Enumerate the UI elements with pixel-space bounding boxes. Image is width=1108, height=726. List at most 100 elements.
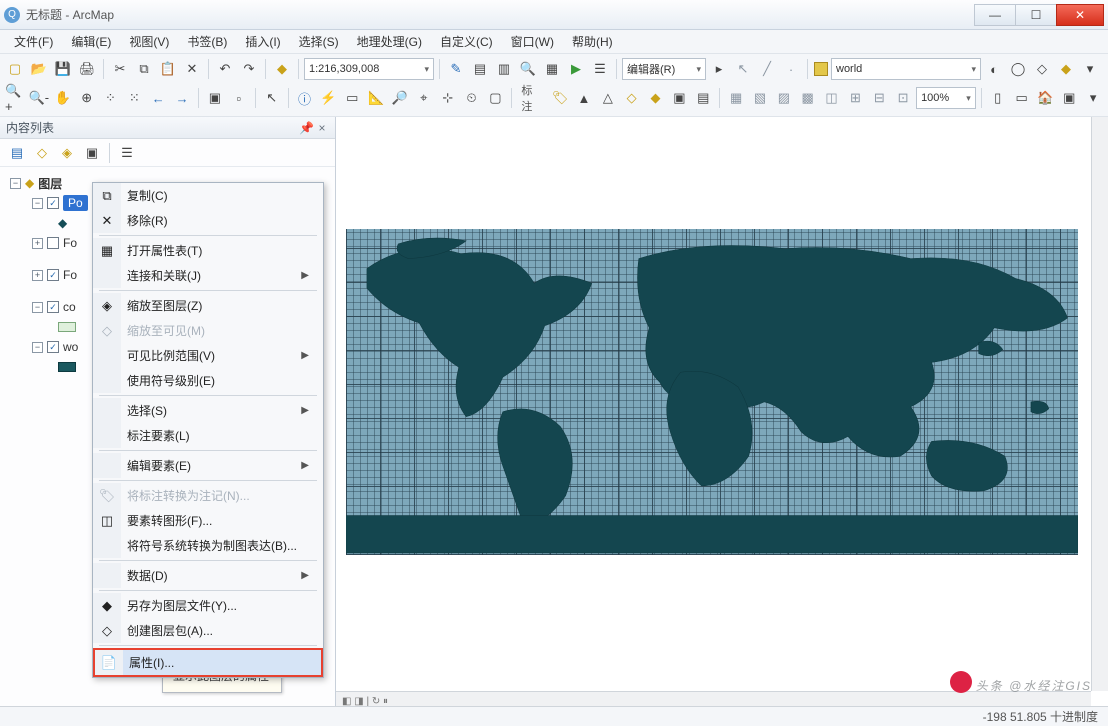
fixed-zoomin-icon[interactable]: ⁘ xyxy=(100,87,122,109)
context-menu-item[interactable]: ▦打开属性表(T) xyxy=(93,238,323,263)
clear-selection-icon[interactable]: ▫ xyxy=(228,87,250,109)
menu-help[interactable]: 帮助(H) xyxy=(564,30,621,53)
toc-options-icon[interactable]: ☰ xyxy=(116,142,138,164)
layer-checkbox[interactable]: ✓ xyxy=(47,269,59,281)
select-elements-icon[interactable]: ↖ xyxy=(261,87,283,109)
expander-icon[interactable]: + xyxy=(32,238,43,249)
fixed-zoomout-icon[interactable]: ⁙ xyxy=(123,87,145,109)
context-menu-item[interactable]: 连接和关联(J)▶ xyxy=(93,263,323,288)
geo-5-icon[interactable]: ◫ xyxy=(821,87,843,109)
layer-label[interactable]: co xyxy=(63,300,76,314)
geo-6-icon[interactable]: ⊞ xyxy=(844,87,866,109)
menu-view[interactable]: 视图(V) xyxy=(121,30,177,53)
delete-icon[interactable]: ✕ xyxy=(181,58,203,80)
map-canvas[interactable] xyxy=(346,229,1078,555)
menu-bookmarks[interactable]: 书签(B) xyxy=(179,30,235,53)
html-popup-icon[interactable]: ▭ xyxy=(341,87,363,109)
context-menu-item[interactable]: ◆另存为图层文件(Y)... xyxy=(93,593,323,618)
prev-extent-icon[interactable]: ← xyxy=(147,87,169,109)
label-pause-icon[interactable]: ◆ xyxy=(645,87,667,109)
menu-insert[interactable]: 插入(I) xyxy=(237,30,288,53)
layer-checkbox[interactable]: ✓ xyxy=(47,301,59,313)
layout-zoom-combo[interactable]: 100% xyxy=(916,87,976,109)
new-file-icon[interactable]: ▢ xyxy=(4,58,26,80)
tool-icon[interactable]: ▦ xyxy=(541,58,563,80)
geo-2-icon[interactable]: ▧ xyxy=(749,87,771,109)
layer-label[interactable]: Po xyxy=(63,195,88,211)
context-menu-item[interactable]: ⧉复制(C) xyxy=(93,183,323,208)
context-menu-item[interactable]: 将符号系统转换为制图表达(B)... xyxy=(93,533,323,558)
layout-1-icon[interactable]: ▯ xyxy=(987,87,1009,109)
print-icon[interactable]: 🖨 xyxy=(76,58,98,80)
python-icon[interactable]: ▶ xyxy=(565,58,587,80)
map-scrollbar-vertical[interactable] xyxy=(1091,117,1108,691)
context-menu-item[interactable]: ◫要素转图形(F)... xyxy=(93,508,323,533)
viewer-window-icon[interactable]: ▢ xyxy=(484,87,506,109)
label-weight-icon[interactable]: △ xyxy=(597,87,619,109)
undo-icon[interactable]: ↶ xyxy=(214,58,236,80)
copy-icon[interactable]: ⧉ xyxy=(133,58,155,80)
editor-combo[interactable]: 编辑器(R) xyxy=(622,58,706,80)
effect-1-icon[interactable]: ◐ xyxy=(983,58,1005,80)
time-slider-icon[interactable]: ⏲ xyxy=(461,87,483,109)
context-menu-item[interactable]: 编辑要素(E)▶ xyxy=(93,453,323,478)
full-extent-icon[interactable]: ⊕ xyxy=(76,87,98,109)
effect-5-icon[interactable]: ▾ xyxy=(1079,58,1101,80)
context-menu-item[interactable]: ✕移除(R) xyxy=(93,208,323,233)
context-menu-item[interactable]: 标注要素(L) xyxy=(93,423,323,448)
context-menu-item[interactable]: ◈缩放至图层(Z) xyxy=(93,293,323,318)
menu-geoprocessing[interactable]: 地理处理(G) xyxy=(349,30,430,53)
layer-label[interactable]: Fo xyxy=(63,268,77,282)
model-icon[interactable]: ☰ xyxy=(589,58,611,80)
layer-label[interactable]: wo xyxy=(63,340,78,354)
geo-7-icon[interactable]: ⊟ xyxy=(868,87,890,109)
effect-3-icon[interactable]: ◇ xyxy=(1031,58,1053,80)
scale-combo[interactable]: 1:216,309,008 xyxy=(304,58,434,80)
find-icon[interactable]: 🔎 xyxy=(389,87,411,109)
layout-4-icon[interactable]: ▣ xyxy=(1058,87,1080,109)
measure-icon[interactable]: 📐 xyxy=(365,87,387,109)
geo-1-icon[interactable]: ▦ xyxy=(725,87,747,109)
list-by-source-icon[interactable]: ◇ xyxy=(31,142,53,164)
paste-icon[interactable]: 📋 xyxy=(157,58,179,80)
label-lock-icon[interactable]: ◇ xyxy=(621,87,643,109)
label-abc-icon[interactable]: ▤ xyxy=(692,87,714,109)
list-by-draw-icon[interactable]: ▤ xyxy=(6,142,28,164)
layer-checkbox[interactable]: ✓ xyxy=(47,197,59,209)
toc-icon[interactable]: ▤ xyxy=(469,58,491,80)
context-menu-item[interactable]: 数据(D)▶ xyxy=(93,563,323,588)
expander-icon[interactable]: + xyxy=(32,270,43,281)
layer-label[interactable]: Fo xyxy=(63,236,77,250)
pan-icon[interactable]: ✋ xyxy=(52,87,74,109)
geo-4-icon[interactable]: ▩ xyxy=(797,87,819,109)
menu-selection[interactable]: 选择(S) xyxy=(291,30,347,53)
context-menu-item[interactable]: 可见比例范围(V)▶ xyxy=(93,343,323,368)
list-by-visible-icon[interactable]: ◈ xyxy=(56,142,78,164)
toc-pin-icon[interactable]: 📌 xyxy=(299,121,313,135)
geo-3-icon[interactable]: ▨ xyxy=(773,87,795,109)
redo-icon[interactable]: ↷ xyxy=(238,58,260,80)
context-menu-item[interactable]: 选择(S)▶ xyxy=(93,398,323,423)
minimize-button[interactable]: — xyxy=(974,4,1016,26)
cut-icon[interactable]: ✂ xyxy=(109,58,131,80)
layer-checkbox[interactable]: ✓ xyxy=(47,341,59,353)
toc-close-icon[interactable]: × xyxy=(315,121,329,135)
search-icon[interactable]: 🔍 xyxy=(517,58,539,80)
menu-edit[interactable]: 编辑(E) xyxy=(63,30,119,53)
zoom-out-icon[interactable]: 🔍- xyxy=(28,87,50,109)
catalog-icon[interactable]: ▥ xyxy=(493,58,515,80)
goto-xy-icon[interactable]: ⊹ xyxy=(437,87,459,109)
label-manager-icon[interactable]: 🏷 xyxy=(549,87,571,109)
zoom-in-icon[interactable]: 🔍+ xyxy=(4,87,26,109)
context-menu-item[interactable]: 📄属性(I)... xyxy=(93,648,323,677)
open-file-icon[interactable]: 📂 xyxy=(28,58,50,80)
layout-2-icon[interactable]: ▭ xyxy=(1011,87,1033,109)
menu-window[interactable]: 窗口(W) xyxy=(503,30,562,53)
edit-tool-icon[interactable]: ↖ xyxy=(732,58,754,80)
editor-tool-icon[interactable]: ✎ xyxy=(445,58,467,80)
save-icon[interactable]: 💾 xyxy=(52,58,74,80)
find-route-icon[interactable]: ⌖ xyxy=(413,87,435,109)
layout-3-icon[interactable]: 🏠 xyxy=(1035,87,1057,109)
menu-file[interactable]: 文件(F) xyxy=(6,30,61,53)
geo-8-icon[interactable]: ⊡ xyxy=(892,87,914,109)
